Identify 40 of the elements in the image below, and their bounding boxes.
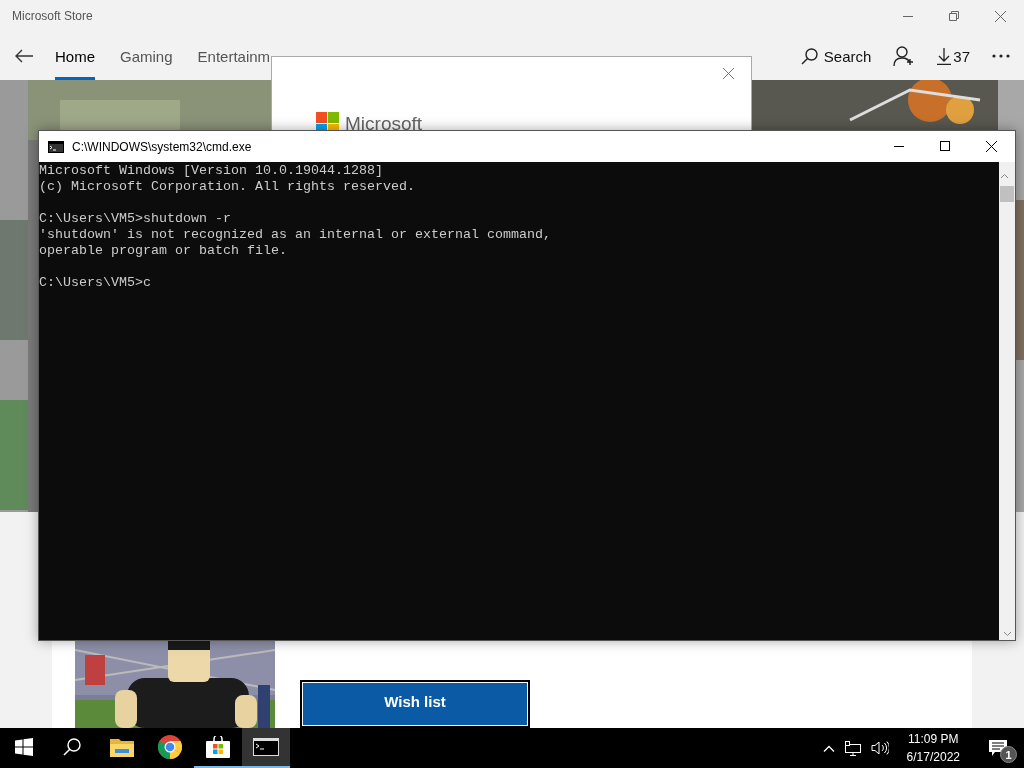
scrollbar[interactable] bbox=[999, 162, 1015, 640]
downloads-button[interactable]: 37 bbox=[937, 47, 970, 65]
nav-tab[interactable]: Entertainm bbox=[197, 32, 271, 80]
folder-icon bbox=[110, 737, 134, 757]
brand-name: Microsoft bbox=[345, 112, 423, 135]
window-title: C:\WINDOWS\system32\cmd.exe bbox=[72, 139, 253, 154]
scroll-down-icon[interactable] bbox=[1002, 631, 1012, 637]
clock-time[interactable]: 11:09 PM bbox=[908, 730, 959, 748]
account-icon[interactable] bbox=[893, 46, 916, 66]
back-arrow-icon[interactable] bbox=[15, 49, 33, 63]
close-icon[interactable] bbox=[986, 141, 997, 152]
console-line: C:\Users\VM5>shutdown -r bbox=[39, 211, 231, 227]
restore-icon[interactable] bbox=[949, 10, 959, 21]
network-icon[interactable] bbox=[844, 740, 861, 756]
speaker-icon[interactable] bbox=[870, 741, 889, 755]
browser-icon bbox=[158, 735, 182, 759]
terminal-icon bbox=[253, 738, 279, 756]
console-line: operable program or batch file. bbox=[39, 243, 287, 259]
search-button[interactable]: Search bbox=[800, 47, 872, 65]
console-line: 'shutdown' is not recognized as an internal or external command, bbox=[39, 227, 551, 243]
chevron-up-icon[interactable] bbox=[822, 744, 835, 752]
terminal-icon bbox=[48, 140, 64, 153]
download-icon bbox=[937, 47, 952, 65]
windows-logo-icon bbox=[15, 738, 33, 756]
taskbar-app[interactable] bbox=[242, 728, 290, 768]
scroll-thumb[interactable] bbox=[1000, 186, 1014, 202]
nav-tab[interactable]: Gaming bbox=[120, 32, 173, 80]
shopping-bag-icon bbox=[206, 736, 230, 758]
window-title: Microsoft Store bbox=[12, 9, 94, 23]
wish-list-button[interactable]: Wish list bbox=[300, 680, 530, 728]
console-line: C:\Users\VM5>c bbox=[39, 275, 151, 291]
scroll-up-icon[interactable] bbox=[1000, 173, 1009, 179]
notifications-button[interactable]: 1 bbox=[978, 728, 1018, 768]
search-icon bbox=[800, 47, 818, 65]
maximize-icon[interactable] bbox=[940, 141, 950, 151]
console-line: Microsoft Windows [Version 10.0.19044.1288] bbox=[39, 163, 383, 179]
console-line: (c) Microsoft Corporation. All rights reserved. bbox=[39, 179, 415, 195]
more-options-icon[interactable] bbox=[992, 54, 1010, 58]
clock-date[interactable]: 6/17/2022 bbox=[906, 748, 960, 766]
search-icon bbox=[63, 738, 81, 756]
